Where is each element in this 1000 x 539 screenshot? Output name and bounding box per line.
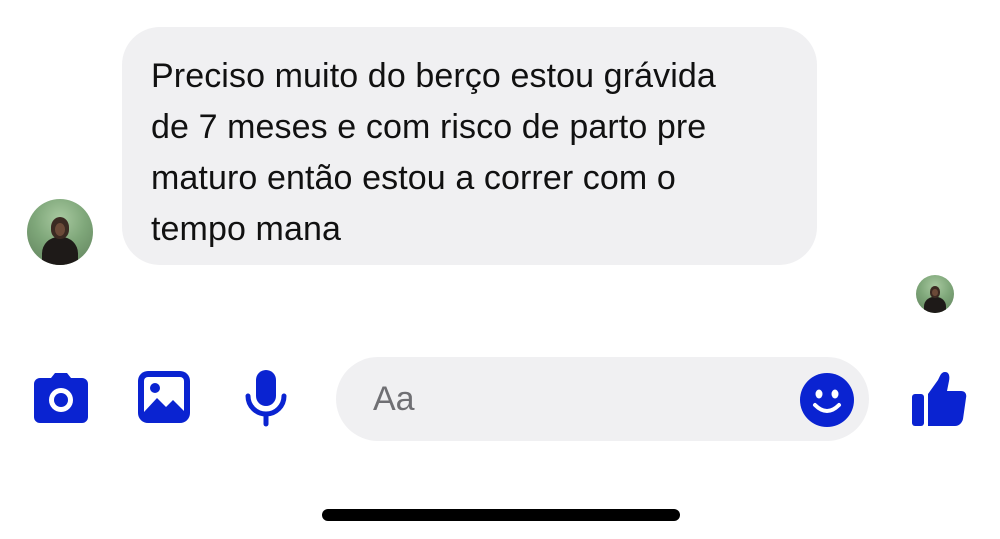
- image-icon[interactable]: [137, 370, 191, 424]
- avatar-figure-body: [924, 297, 946, 313]
- message-input[interactable]: Aa: [336, 357, 869, 441]
- avatar-figure-body: [41, 237, 79, 265]
- message-composer: Aa: [0, 356, 1000, 442]
- message-bubble[interactable]: Preciso muito do berço estou grávida de …: [122, 27, 817, 265]
- avatar-figure-face: [54, 222, 66, 236]
- smiley-icon[interactable]: [799, 372, 855, 428]
- microphone-icon[interactable]: [242, 368, 290, 428]
- thumbs-up-icon[interactable]: [910, 370, 968, 428]
- seen-receipt-avatar: [916, 275, 954, 313]
- camera-icon[interactable]: [33, 372, 89, 424]
- home-indicator[interactable]: [322, 509, 680, 521]
- sender-avatar[interactable]: [27, 199, 93, 265]
- message-input-placeholder: Aa: [373, 380, 415, 418]
